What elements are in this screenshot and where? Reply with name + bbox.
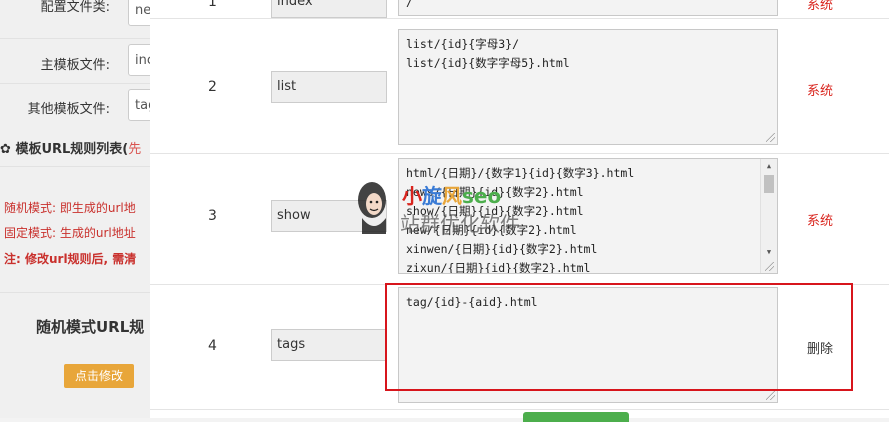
other-template-input[interactable]: tag	[128, 89, 150, 121]
divider	[0, 292, 150, 293]
rule-line: html/{日期}/{数字1}{id}{数字3}.html	[406, 166, 635, 180]
main-template-label: 主模板文件:	[40, 58, 110, 73]
highlight-box	[385, 283, 853, 391]
note-random-mode: 随机模式: 即生成的url地	[4, 201, 136, 215]
note-fixed-mode: 固定模式: 生成的url地址	[4, 226, 136, 240]
resize-handle-icon[interactable]	[766, 391, 775, 400]
scroll-down-icon[interactable]: ▼	[761, 245, 777, 259]
url-rules-table: 1 index / 系统 2 list list/{id}{字母3}/ list…	[150, 0, 889, 422]
table-row: 1 index / 系统	[150, 0, 889, 19]
divider	[0, 83, 150, 84]
resize-handle-icon[interactable]	[765, 262, 774, 271]
edit-button[interactable]: 点击修改	[64, 364, 134, 388]
divider	[0, 166, 150, 167]
rule-pattern-textarea[interactable]: /	[398, 0, 778, 16]
table-row: 2 list list/{id}{字母3}/ list/{id}{数字字母5}.…	[150, 18, 889, 154]
rule-name-field[interactable]: show	[271, 200, 387, 232]
section-title: 模板URL规则列表(	[15, 142, 129, 157]
divider	[0, 38, 150, 39]
section-note: 先	[128, 142, 142, 157]
other-template-label: 其他模板文件:	[27, 102, 110, 117]
rule-line: new/{日期}{id}{数字2}.html	[406, 223, 577, 237]
rule-line: show/{日期}{id}{数字2}.html	[406, 204, 584, 218]
system-label: 系统	[807, 84, 834, 99]
rule-name-field[interactable]: tags	[271, 329, 387, 361]
note-warning: 注: 修改url规则后, 需清	[4, 252, 137, 266]
rule-line: list/{id}{数字字母5}.html	[406, 56, 570, 70]
random-mode-title: 随机模式URL规	[36, 318, 145, 336]
scrollbar-thumb[interactable]	[764, 175, 774, 193]
config-type-label: 配置文件类:	[40, 0, 110, 15]
row-number: 3	[208, 208, 217, 224]
rule-pattern-textarea[interactable]: html/{日期}/{数字1}{id}{数字3}.html news/{日期}{…	[398, 158, 778, 274]
rule-line: news/{日期}{id}{数字2}.html	[406, 185, 584, 199]
rule-line: zixun/{日期}{id}{数字2}.html	[406, 261, 591, 274]
config-type-input[interactable]: ne	[128, 0, 150, 26]
background-config-page: 配置文件类: ne 主模板文件: inc 其他模板文件: tag ✿ 模板URL…	[0, 0, 150, 418]
rule-line: list/{id}{字母3}/	[406, 37, 520, 51]
row-number: 4	[208, 338, 217, 354]
resize-handle-icon[interactable]	[766, 133, 775, 142]
rule-name-field[interactable]: index	[271, 0, 387, 18]
gear-icon: ✿	[0, 142, 11, 157]
textarea-scrollbar[interactable]: ▲ ▼	[760, 159, 777, 273]
system-label: 系统	[807, 0, 834, 13]
table-row: 3 show html/{日期}/{数字1}{id}{数字3}.html new…	[150, 154, 889, 285]
system-label: 系统	[807, 214, 834, 229]
row-number: 2	[208, 79, 217, 95]
rule-line: /	[406, 0, 413, 9]
scroll-up-icon[interactable]: ▲	[761, 159, 777, 173]
row-number: 1	[208, 0, 217, 10]
rule-name-field[interactable]: list	[271, 71, 387, 103]
rule-pattern-textarea[interactable]: list/{id}{字母3}/ list/{id}{数字字母5}.html	[398, 29, 778, 145]
save-button[interactable]	[523, 412, 629, 422]
rule-line: xinwen/{日期}{id}{数字2}.html	[406, 242, 598, 256]
main-template-input[interactable]: inc	[128, 44, 150, 76]
url-rule-list-heading: ✿ 模板URL规则列表(先	[0, 138, 141, 157]
